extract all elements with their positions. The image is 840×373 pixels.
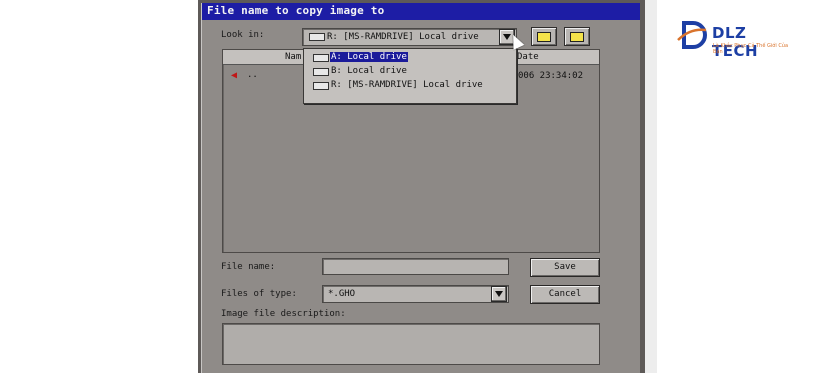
dropdown-item-r[interactable]: R: [MS-RAMDRIVE] Local drive <box>304 79 516 92</box>
list-item-date: 006 23:34:02 <box>518 71 584 81</box>
dropdown-item-a[interactable]: A: Local drive <box>304 51 516 64</box>
drive-icon <box>309 33 325 41</box>
up-folder-icon <box>537 32 551 42</box>
look-in-value: R: [MS-RAMDRIVE] Local drive <box>327 32 479 42</box>
drive-icon <box>313 82 329 90</box>
dropdown-item-b[interactable]: B: Local drive <box>304 65 516 78</box>
drive-icon <box>313 54 329 62</box>
save-button[interactable]: Save <box>530 258 600 277</box>
file-name-label: File name: <box>221 262 276 272</box>
chevron-down-icon[interactable] <box>491 286 507 302</box>
column-header-date[interactable]: Date <box>515 50 599 65</box>
cancel-button[interactable]: Cancel <box>530 285 600 304</box>
back-arrow-icon: ◀ <box>231 70 238 81</box>
new-folder-button[interactable] <box>564 27 590 46</box>
new-folder-icon <box>570 32 584 42</box>
files-of-type-combo[interactable]: *.GHO <box>322 285 509 303</box>
dlz-tech-logo: DLZ TECH Là Khắc Phục Cả Thế Giới Của Bạ… <box>676 18 798 60</box>
up-folder-button[interactable] <box>531 27 557 46</box>
file-name-field[interactable] <box>322 258 509 275</box>
right-strip <box>645 0 657 373</box>
dialog-title: File name to copy image to <box>207 4 385 17</box>
look-in-dropdown[interactable]: A: Local drive B: Local drive R: [MS-RAM… <box>303 48 517 104</box>
look-in-label: Look in: <box>221 30 265 40</box>
look-in-combo[interactable]: R: [MS-RAMDRIVE] Local drive <box>302 28 517 46</box>
save-image-dialog: File name to copy image to Look in: R: [… <box>201 3 640 373</box>
logo-d-icon <box>677 21 707 49</box>
title-bar: File name to copy image to <box>202 3 640 20</box>
image-description-label: Image file description: <box>221 309 346 319</box>
list-item-name: .. <box>247 70 258 80</box>
files-of-type-label: Files of type: <box>221 289 297 299</box>
image-description-field[interactable] <box>222 323 600 365</box>
drive-icon <box>313 68 329 76</box>
